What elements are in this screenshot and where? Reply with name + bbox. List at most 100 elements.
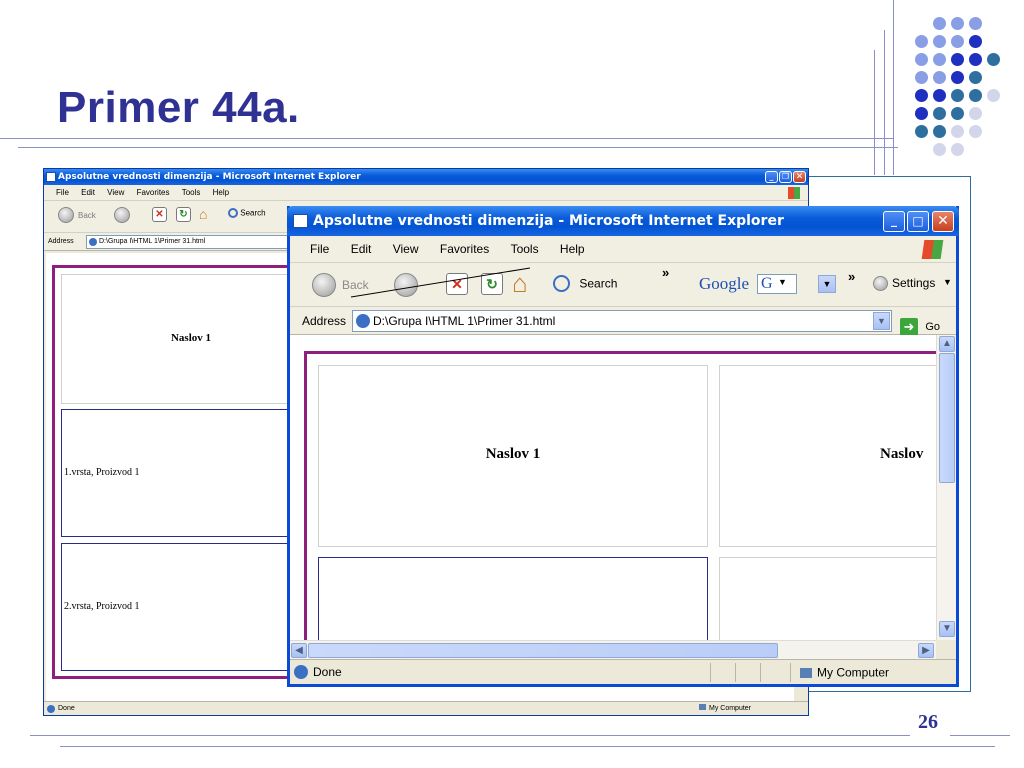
address-input[interactable]: D:\Grupa I\HTML 1\Primer 31.html ▼ — [352, 310, 892, 332]
decorative-dot — [969, 125, 982, 138]
bottom-rule-right — [950, 735, 1010, 736]
row-text-2: 2.vrsta, Proizvod 1 — [64, 601, 140, 612]
back-label: Back — [78, 211, 96, 220]
decorative-dot — [951, 35, 964, 48]
decorative-dot — [933, 125, 946, 138]
close-button[interactable]: ✕ — [793, 171, 806, 183]
go-arrow-icon: ➜ — [900, 317, 918, 336]
title-bar[interactable]: Apsolutne vrednosti dimenzija - Microsof… — [287, 206, 959, 236]
status-text: Done — [58, 705, 75, 712]
decorative-dot — [933, 53, 946, 66]
menu-tools[interactable]: Tools — [182, 185, 201, 201]
refresh-icon[interactable]: ↻ — [481, 273, 503, 295]
home-icon[interactable]: ⌂ — [199, 206, 215, 222]
status-divider-4 — [790, 663, 791, 682]
address-dropdown-button[interactable]: ▼ — [873, 312, 890, 330]
slide-title: Primer 44a. — [57, 83, 300, 132]
search-button[interactable]: Search — [228, 208, 266, 218]
menu-tools[interactable]: Tools — [511, 236, 539, 263]
scroll-thumb-vertical[interactable] — [939, 353, 955, 483]
go-label: Go — [925, 320, 941, 333]
decorative-dot — [915, 125, 928, 138]
maximize-button[interactable]: □ — [907, 211, 929, 232]
scroll-right-button[interactable]: ▶ — [918, 643, 934, 658]
google-dropdown-button[interactable]: ▼ — [818, 275, 836, 293]
vertical-rule-2 — [884, 30, 885, 175]
decorative-dot — [933, 71, 946, 84]
toolbar-chevron[interactable]: » — [662, 265, 669, 280]
settings-label: Settings — [892, 276, 936, 290]
scroll-left-button[interactable]: ◀ — [291, 643, 307, 658]
status-divider-3 — [760, 663, 761, 682]
title-bar[interactable]: Apsolutne vrednosti dimenzija - Microsof… — [44, 169, 808, 185]
scroll-thumb-horizontal[interactable] — [308, 643, 778, 658]
decorative-dot — [969, 71, 982, 84]
menu-favorites[interactable]: Favorites — [137, 185, 170, 201]
zone-label: My Computer — [709, 705, 752, 712]
status-text: Done — [313, 665, 342, 679]
menu-file[interactable]: File — [310, 236, 329, 263]
computer-icon — [800, 667, 812, 678]
decorative-dot — [915, 53, 928, 66]
scroll-down-button[interactable]: ▼ — [939, 621, 955, 637]
google-search-field[interactable]: G ▼ — [757, 274, 797, 294]
decorative-dot — [969, 89, 982, 102]
vertical-rule-1 — [874, 50, 875, 175]
menu-help[interactable]: Help — [560, 236, 585, 263]
heading-cell-left: Naslov 1 — [318, 365, 708, 547]
windows-flag-icon — [788, 187, 800, 199]
status-zone: My Computer — [800, 660, 889, 685]
decorative-dot — [987, 89, 1000, 102]
address-value: D:\Grupa I\HTML 1\Primer 31.html — [99, 238, 206, 245]
horizontal-scrollbar[interactable]: ◀ ▶ — [290, 640, 936, 659]
heading-text: Naslov 1 — [170, 332, 212, 344]
status-ie-icon — [294, 665, 308, 679]
menu-edit[interactable]: Edit — [351, 236, 372, 263]
scroll-up-button[interactable]: ▲ — [939, 336, 955, 352]
menu-file[interactable]: File — [56, 185, 69, 201]
google-chevron[interactable]: » — [848, 269, 855, 284]
home-icon[interactable]: ⌂ — [512, 269, 538, 297]
menu-bar: File Edit View Favorites Tools Help — [44, 185, 808, 201]
menu-help[interactable]: Help — [213, 185, 229, 201]
decorative-dot — [915, 89, 928, 102]
decorative-dot — [951, 143, 964, 156]
forward-button[interactable] — [394, 273, 418, 297]
windows-flag-icon — [921, 240, 944, 259]
back-arrow-icon — [58, 207, 74, 223]
decorative-dot-grid — [910, 14, 1010, 164]
close-button[interactable]: ✕ — [932, 211, 954, 232]
refresh-icon[interactable]: ↻ — [176, 207, 191, 222]
menu-edit[interactable]: Edit — [81, 185, 95, 201]
status-zone: My Computer — [699, 702, 751, 716]
decorative-dot — [951, 89, 964, 102]
row-cell-1: 1.vrsta, Proizvod 1 — [61, 409, 321, 537]
decorative-dot — [933, 107, 946, 120]
maximize-button[interactable]: ❐ — [779, 171, 792, 183]
standard-toolbar: Back ✕ ↻ ⌂ Search » Google G ▼ ▼ » Setti… — [290, 263, 956, 307]
menu-favorites[interactable]: Favorites — [440, 236, 489, 263]
search-button[interactable]: Search — [553, 275, 617, 292]
decorative-dot — [969, 17, 982, 30]
back-label: Back — [342, 278, 369, 292]
google-g-icon: G — [761, 275, 773, 292]
decorative-dot — [969, 35, 982, 48]
row-text-1: 1.vrsta, Proizvod 1 — [64, 467, 140, 478]
heading-text-left: Naslov 1 — [485, 446, 541, 462]
minimize-button[interactable]: _ — [883, 211, 905, 232]
menu-bar: File Edit View Favorites Tools Help — [290, 236, 956, 263]
computer-icon — [699, 704, 706, 710]
menu-view[interactable]: View — [393, 236, 419, 263]
decorative-dot — [951, 125, 964, 138]
ie-window-front: Apsolutne vrednosti dimenzija - Microsof… — [287, 206, 959, 687]
forward-button[interactable] — [114, 207, 130, 223]
menu-view[interactable]: View — [107, 185, 124, 201]
status-divider-1 — [710, 663, 711, 682]
stop-icon[interactable]: ✕ — [446, 273, 468, 295]
vertical-scrollbar[interactable]: ▲ ▼ — [936, 335, 956, 640]
decorative-dot — [969, 107, 982, 120]
minimize-button[interactable]: _ — [765, 171, 778, 183]
decorative-dot — [933, 143, 946, 156]
stop-icon[interactable]: ✕ — [152, 207, 167, 222]
address-label: Address — [302, 314, 347, 328]
